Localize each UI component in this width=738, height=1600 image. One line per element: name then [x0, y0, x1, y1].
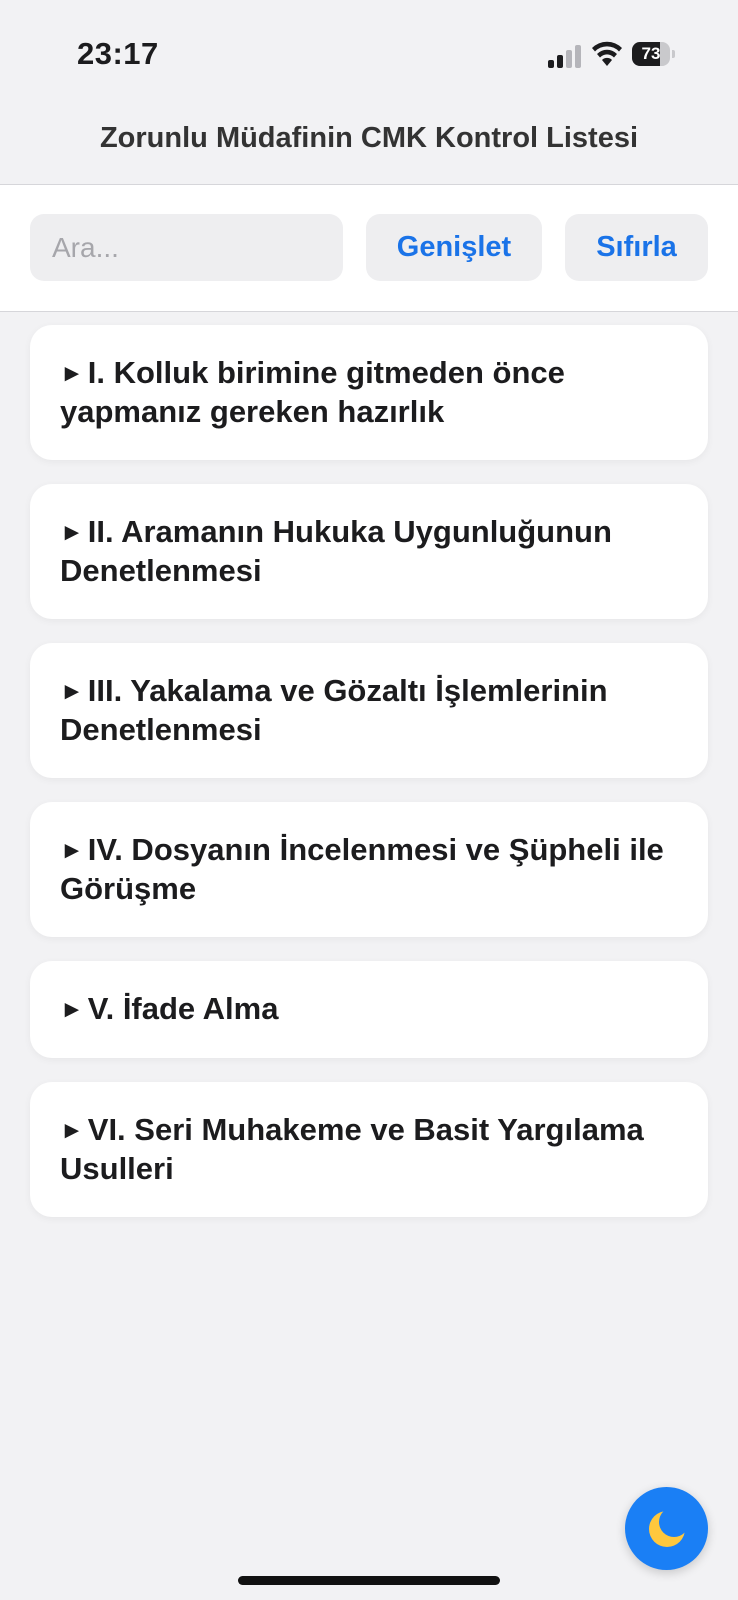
section-card-3[interactable]: ► III. Yakalama ve Gözaltı İşlemlerinin D… [30, 643, 708, 778]
section-card-1[interactable]: ► I. Kolluk birimine gitmeden önce yapman… [30, 325, 708, 460]
app-header: Zorunlu Müdafinin CMK Kontrol Listesi [0, 110, 738, 185]
expand-arrow-icon: ► [60, 1117, 84, 1144]
expand-arrow-icon: ► [60, 360, 84, 387]
section-card-5[interactable]: ► V. İfade Alma [30, 961, 708, 1058]
wifi-icon [592, 41, 622, 66]
section-card-2[interactable]: ► II. Aramanın Hukuka Uygunluğunun Denetl… [30, 484, 708, 619]
section-card-4[interactable]: ► IV. Dosyanın İncelenmesi ve Şüpheli ile… [30, 802, 708, 937]
section-title: IV. Dosyanın İncelenmesi ve Şüpheli ile … [60, 832, 664, 906]
section-title: II. Aramanın Hukuka Uygunluğunun Denetle… [60, 514, 612, 588]
expand-arrow-icon: ► [60, 678, 84, 705]
moon-icon [648, 1510, 685, 1547]
cellular-signal-icon [548, 44, 584, 68]
section-title: III. Yakalama ve Gözaltı İşlemlerinin De… [60, 673, 608, 747]
status-time: 23:17 [77, 36, 159, 71]
page-title: Zorunlu Müdafinin CMK Kontrol Listesi [99, 122, 639, 154]
section-title: I. Kolluk birimine gitmeden önce yapmanı… [60, 355, 565, 429]
section-title: V. İfade Alma [87, 991, 279, 1026]
home-indicator [238, 1576, 500, 1585]
search-input[interactable] [30, 214, 343, 281]
battery-icon: 73 [632, 42, 676, 68]
section-card-6[interactable]: ► VI. Seri Muhakeme ve Basit Yargılama Us… [30, 1082, 708, 1217]
expand-arrow-icon: ► [60, 996, 84, 1023]
status-bar: 23:17 73 [0, 0, 738, 110]
dark-mode-toggle-button[interactable] [625, 1487, 708, 1570]
toolbar: Genişlet Sıfırla [0, 185, 738, 312]
section-title: VI. Seri Muhakeme ve Basit Yargılama Usu… [60, 1112, 644, 1186]
expand-arrow-icon: ► [60, 837, 84, 864]
expand-all-button[interactable]: Genişlet [366, 214, 542, 281]
battery-level: 73 [641, 44, 661, 63]
expand-arrow-icon: ► [60, 519, 84, 546]
reset-button[interactable]: Sıfırla [565, 214, 708, 281]
